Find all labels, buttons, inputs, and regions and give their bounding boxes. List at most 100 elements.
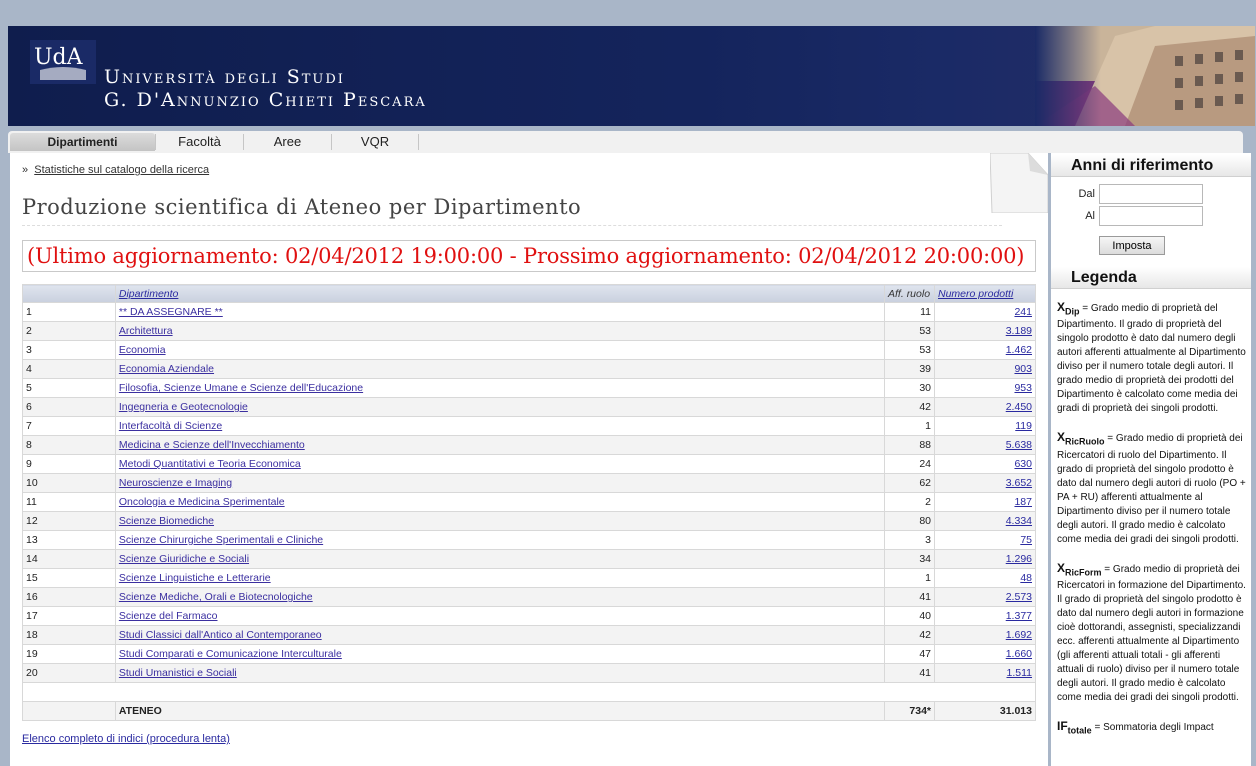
table-body: 1 ** DA ASSEGNARE ** 11 241 2 Architettura 53 3… (22, 302, 1036, 721)
legend-entry: XRicForm = Grado medio di proprietà dei … (1057, 561, 1247, 705)
prodotti-link[interactable]: 2.573 (1006, 591, 1032, 603)
sort-dipartimento-link[interactable]: Dipartimento (119, 288, 179, 300)
department-link[interactable]: Architettura (119, 325, 173, 337)
department-link[interactable]: Neuroscienze e Imaging (119, 477, 232, 489)
prodotti-link[interactable]: 187 (1014, 496, 1032, 508)
row-index: 3 (22, 340, 116, 360)
prodotti-link[interactable]: 119 (1015, 420, 1032, 432)
tab-dipartimenti[interactable]: Dipartimenti (10, 133, 155, 151)
department-link[interactable]: Medicina e Scienze dell'Invecchiamento (119, 439, 305, 451)
row-prodotti: 3.189 (934, 321, 1036, 341)
sidebar: Anni di riferimento Dal Al Imposta Legen… (1051, 153, 1251, 766)
header-dipartimento[interactable]: Dipartimento (114, 284, 886, 303)
imposta-button[interactable]: Imposta (1099, 236, 1165, 255)
prodotti-link[interactable]: 3.189 (1006, 325, 1032, 337)
table-row: 7 Interfacoltà di Scienze 1 119 (22, 416, 1036, 436)
department-link[interactable]: Ingegneria e Geotecnologie (119, 401, 248, 413)
prodotti-link[interactable]: 1.511 (1007, 667, 1033, 679)
department-link[interactable]: Interfacoltà di Scienze (119, 420, 222, 432)
row-department: Scienze Chirurgiche Sperimentali e Clini… (114, 530, 886, 550)
to-year-input[interactable] (1099, 206, 1203, 226)
sort-prodotti-link[interactable]: Numero prodotti (938, 288, 1013, 300)
department-link[interactable]: Metodi Quantitativi e Teoria Economica (119, 458, 301, 470)
table-row: 18 Studi Classici dall'Antico al Contempo… (22, 625, 1036, 645)
prodotti-link[interactable]: 2.450 (1006, 401, 1032, 413)
department-link[interactable]: ** DA ASSEGNARE ** (119, 306, 223, 318)
prodotti-link[interactable]: 3.652 (1006, 477, 1032, 489)
prodotti-link[interactable]: 1.462 (1006, 344, 1032, 356)
legend-symbol: IFtotale (1057, 719, 1092, 736)
department-link[interactable]: Studi Comparati e Comunicazione Intercul… (119, 648, 342, 660)
row-aff-ruolo: 41 (884, 663, 935, 683)
row-prodotti: 2.450 (934, 397, 1036, 417)
university-logo[interactable]: UdA (30, 40, 96, 84)
table-row: 6 Ingegneria e Geotecnologie 42 2.450 (22, 397, 1036, 417)
row-index: 8 (22, 435, 116, 455)
tab-vqr[interactable]: VQR (332, 133, 418, 151)
total-aff-ruolo: 734* (884, 701, 935, 721)
prodotti-link[interactable]: 75 (1020, 534, 1032, 546)
department-link[interactable]: Filosofia, Scienze Umane e Scienze dell'… (119, 382, 363, 394)
prodotti-link[interactable]: 953 (1014, 382, 1032, 394)
row-index: 14 (22, 549, 116, 569)
tab-facolta[interactable]: Facoltà (156, 133, 243, 151)
legend-symbol: XDip (1057, 300, 1080, 317)
department-link[interactable]: Scienze Linguistiche e Letterarie (119, 572, 271, 584)
total-label: ATENEO (114, 701, 886, 721)
legend-text: = Grado medio di proprietà dei Ricercato… (1057, 433, 1246, 545)
department-link[interactable]: Oncologia e Medicina Sperimentale (119, 496, 285, 508)
department-link[interactable]: Studi Classici dall'Antico al Contempora… (119, 629, 322, 641)
row-prodotti: 2.573 (934, 587, 1036, 607)
row-aff-ruolo: 47 (884, 644, 935, 664)
prodotti-link[interactable]: 1.296 (1006, 553, 1032, 565)
row-department: Studi Comparati e Comunicazione Intercul… (114, 644, 886, 664)
prodotti-link[interactable]: 5.638 (1006, 439, 1032, 451)
header-numero-prodotti[interactable]: Numero prodotti (934, 284, 1036, 303)
row-index: 7 (22, 416, 116, 436)
row-aff-ruolo: 34 (884, 549, 935, 569)
prodotti-link[interactable]: 1.660 (1006, 648, 1032, 660)
department-link[interactable]: Economia (119, 344, 166, 356)
prodotti-link[interactable]: 1.692 (1006, 629, 1032, 641)
department-link[interactable]: Scienze del Farmaco (119, 610, 218, 622)
row-prodotti: 4.334 (934, 511, 1036, 531)
prodotti-link[interactable]: 1.377 (1006, 610, 1032, 622)
department-link[interactable]: Scienze Chirurgiche Sperimentali e Clini… (119, 534, 323, 546)
table-row: 19 Studi Comparati e Comunicazione Interc… (22, 644, 1036, 664)
table-row: 3 Economia 53 1.462 (22, 340, 1036, 360)
department-link[interactable]: Scienze Mediche, Orali e Biotecnologiche (119, 591, 313, 603)
from-year-input[interactable] (1099, 184, 1203, 204)
full-index-link[interactable]: Elenco completo di indici (procedura len… (22, 733, 230, 745)
department-link[interactable]: Economia Aziendale (119, 363, 214, 375)
prodotti-link[interactable]: 4.334 (1006, 515, 1032, 527)
prodotti-link[interactable]: 903 (1014, 363, 1032, 375)
row-aff-ruolo: 53 (884, 340, 935, 360)
legend-body: XDip = Grado medio di proprietà del Dipa… (1057, 300, 1247, 752)
update-notice-box: (Ultimo aggiornamento: 02/04/2012 19:00:… (22, 240, 1036, 272)
to-label: Al (1085, 210, 1095, 222)
row-department: Studi Umanistici e Sociali (114, 663, 886, 683)
prodotti-link[interactable]: 630 (1014, 458, 1032, 470)
row-prodotti: 241 (934, 302, 1036, 322)
prodotti-link[interactable]: 241 (1014, 306, 1032, 318)
department-link[interactable]: Scienze Biomediche (119, 515, 214, 527)
tab-aree[interactable]: Aree (244, 133, 331, 151)
row-department: Studi Classici dall'Antico al Contempora… (114, 625, 886, 645)
row-prodotti: 119 (934, 416, 1036, 436)
row-index: 9 (22, 454, 116, 474)
row-department: Filosofia, Scienze Umane e Scienze dell'… (114, 378, 886, 398)
row-index: 11 (22, 492, 116, 512)
department-link[interactable]: Studi Umanistici e Sociali (119, 667, 237, 679)
row-aff-ruolo: 53 (884, 321, 935, 341)
prodotti-link[interactable]: 48 (1020, 572, 1032, 584)
row-aff-ruolo: 42 (884, 397, 935, 417)
table-total-row: ATENEO 734* 31.013 (22, 701, 1036, 721)
logo-text: UdA (34, 45, 84, 70)
row-prodotti: 1.377 (934, 606, 1036, 626)
university-name-line2: G. D'Annunzio Chieti Pescara (104, 89, 427, 111)
breadcrumb-link-statistiche[interactable]: Statistiche sul catalogo della ricerca (34, 164, 209, 176)
legend-symbol: XRicForm (1057, 560, 1102, 578)
department-link[interactable]: Scienze Giuridiche e Sociali (119, 553, 249, 565)
table-row: 14 Scienze Giuridiche e Sociali 34 1.296 (22, 549, 1036, 569)
row-index: 15 (22, 568, 116, 588)
